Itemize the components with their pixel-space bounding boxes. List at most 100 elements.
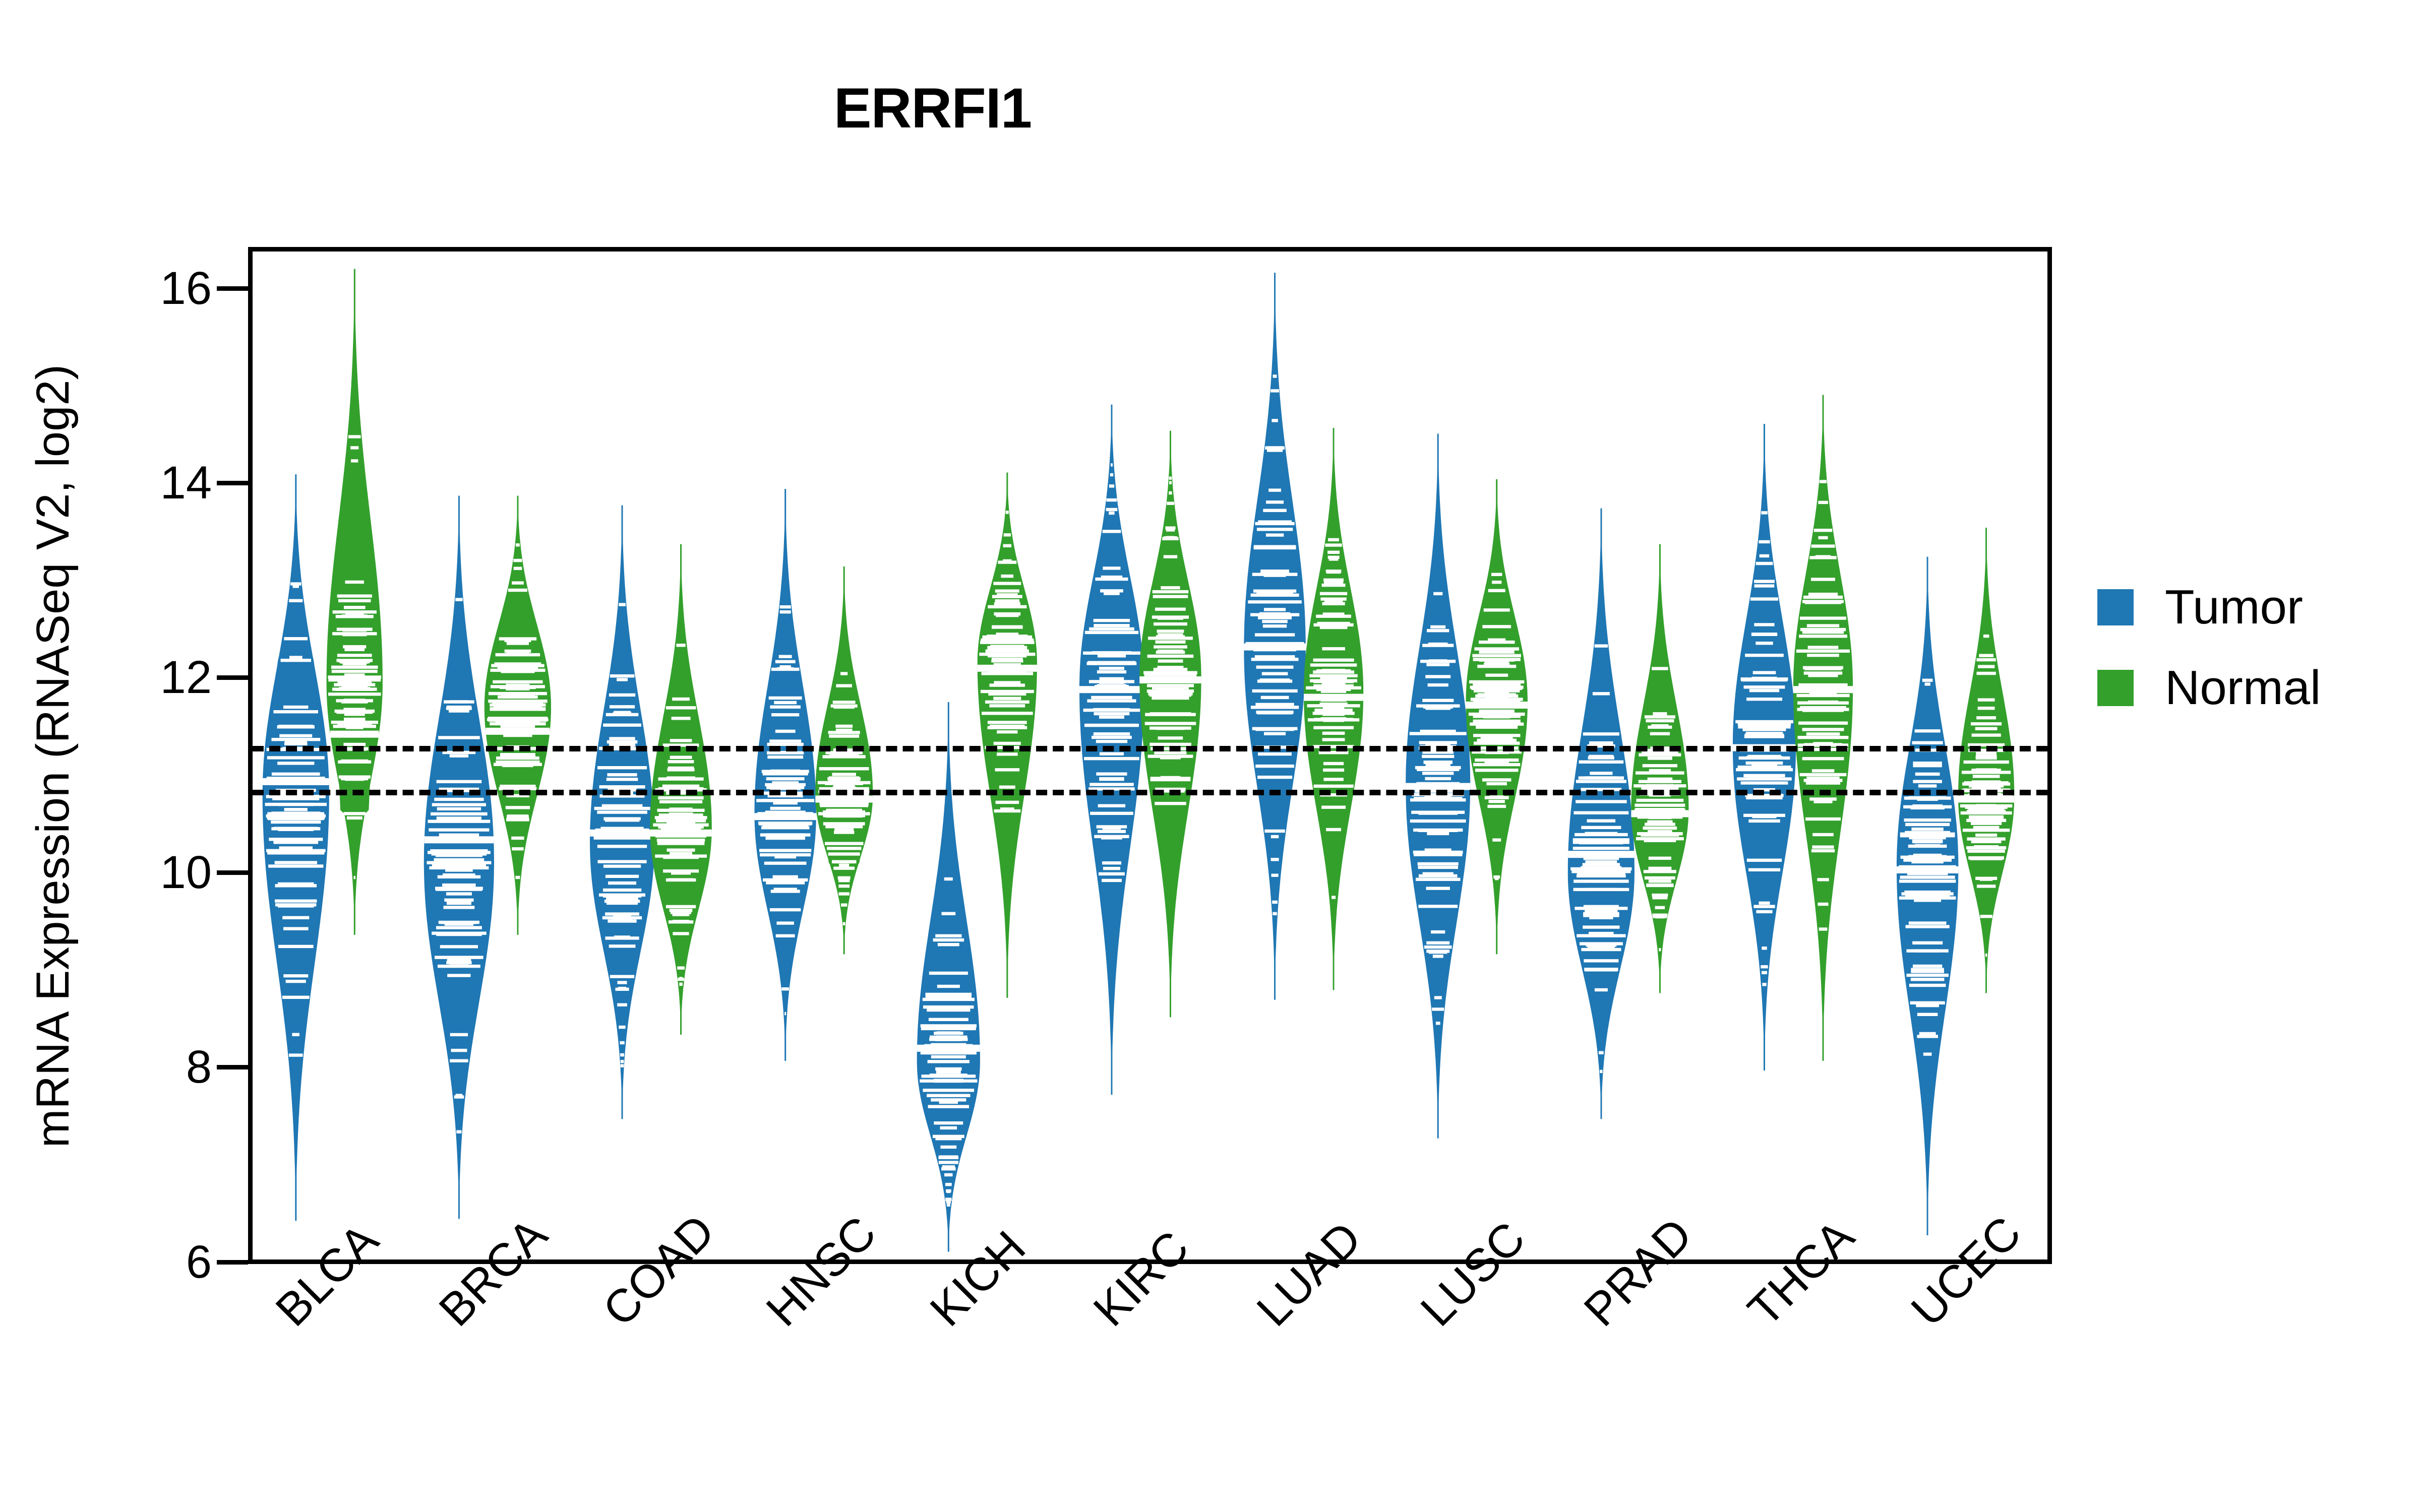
observation-strip bbox=[1106, 498, 1117, 502]
observation-strip bbox=[999, 785, 1015, 789]
observation-strip bbox=[341, 777, 369, 781]
observation-strip bbox=[997, 752, 1018, 756]
observation-strip bbox=[1428, 951, 1447, 954]
median-marker bbox=[815, 795, 873, 803]
observation-strip bbox=[1426, 887, 1450, 890]
observation-strip bbox=[1905, 895, 1950, 898]
observation-strip bbox=[1158, 736, 1183, 740]
observation-strip bbox=[610, 674, 635, 678]
observation-strip bbox=[1583, 925, 1620, 929]
observation-strip bbox=[1761, 511, 1768, 515]
y-axis-tick bbox=[217, 675, 248, 680]
observation-strip bbox=[1147, 684, 1194, 687]
observation-strip bbox=[1147, 654, 1194, 658]
observation-strip bbox=[1646, 883, 1673, 887]
observation-strip bbox=[1802, 728, 1844, 731]
observation-strip bbox=[441, 921, 477, 924]
observation-strip bbox=[273, 841, 319, 844]
observation-strip bbox=[1581, 870, 1621, 874]
violin bbox=[484, 495, 551, 935]
observation-strip bbox=[1470, 722, 1524, 726]
observation-strip bbox=[1643, 826, 1677, 830]
observation-strip bbox=[1157, 672, 1184, 676]
observation-strip bbox=[1750, 597, 1778, 601]
observation-strip bbox=[1652, 667, 1668, 670]
observation-strip bbox=[275, 899, 317, 903]
observation-strip bbox=[827, 777, 861, 781]
median-marker bbox=[1631, 810, 1689, 817]
observation-strip bbox=[946, 1189, 951, 1193]
observation-strip bbox=[1756, 561, 1773, 565]
violin bbox=[262, 474, 329, 1221]
observation-strip bbox=[1250, 706, 1299, 709]
observation-strip bbox=[1635, 803, 1685, 807]
observation-strip bbox=[1905, 823, 1950, 827]
observation-strip bbox=[1084, 631, 1139, 635]
legend-item-tumor[interactable]: Tumor bbox=[2097, 575, 2380, 640]
observation-strip bbox=[994, 681, 1021, 684]
observation-strip bbox=[337, 594, 372, 598]
observation-strip bbox=[500, 724, 535, 728]
observation-strip bbox=[1152, 696, 1189, 700]
y-axis-tick-label: 8 bbox=[186, 1041, 212, 1093]
observation-strip bbox=[1416, 877, 1461, 881]
observation-strip bbox=[337, 654, 372, 657]
observation-strip bbox=[825, 842, 864, 845]
observation-strip bbox=[1636, 798, 1684, 802]
observation-strip bbox=[1577, 873, 1625, 876]
observation-strip bbox=[438, 964, 480, 968]
observation-strip bbox=[614, 935, 630, 939]
observation-strip bbox=[1169, 491, 1172, 495]
observation-strip bbox=[1743, 813, 1785, 817]
observation-strip bbox=[1972, 775, 2000, 778]
observation-strip bbox=[1581, 866, 1622, 869]
observation-strip bbox=[770, 806, 801, 810]
observation-strip bbox=[989, 704, 1025, 708]
observation-strip bbox=[921, 1027, 976, 1031]
observation-strip bbox=[1740, 781, 1788, 785]
observation-strip bbox=[1761, 965, 1768, 969]
observation-strip bbox=[1426, 663, 1449, 666]
observation-strip bbox=[620, 1064, 624, 1067]
observation-strip bbox=[1751, 732, 1777, 736]
observation-strip bbox=[676, 644, 686, 647]
observation-strip bbox=[1474, 647, 1519, 651]
observation-strip bbox=[1976, 658, 1996, 662]
observation-strip bbox=[343, 645, 367, 649]
observation-strip bbox=[1743, 685, 1785, 689]
observation-strip bbox=[1271, 873, 1279, 877]
observation-strip bbox=[1158, 633, 1183, 637]
observation-strip bbox=[455, 1094, 463, 1097]
observation-strip bbox=[1648, 856, 1671, 860]
observation-strip bbox=[1307, 704, 1360, 708]
violin bbox=[815, 566, 873, 955]
observation-strip bbox=[670, 807, 692, 811]
observation-strip bbox=[776, 921, 794, 925]
observation-strip bbox=[278, 904, 314, 908]
observation-strip bbox=[344, 648, 365, 651]
observation-strip bbox=[269, 838, 323, 841]
y-axis-tick-label: 12 bbox=[160, 652, 212, 704]
observation-strip bbox=[348, 435, 361, 438]
observation-strip bbox=[1912, 941, 1943, 944]
observation-strip bbox=[944, 1173, 953, 1177]
observation-strip bbox=[671, 717, 691, 720]
observation-strip bbox=[1482, 625, 1511, 628]
observation-strip bbox=[1754, 623, 1775, 626]
observation-strip bbox=[1325, 543, 1342, 547]
observation-strip bbox=[1322, 647, 1345, 651]
observation-strip bbox=[991, 658, 1023, 661]
observation-strip bbox=[1479, 709, 1515, 713]
observation-strip bbox=[436, 816, 481, 820]
legend-item-normal[interactable]: Normal bbox=[2097, 655, 2380, 721]
observation-strip bbox=[1327, 555, 1340, 559]
observation-strip bbox=[937, 943, 959, 947]
observation-strip bbox=[610, 975, 635, 978]
observation-strip bbox=[1102, 861, 1121, 865]
observation-strip bbox=[1317, 621, 1350, 625]
observation-strip bbox=[1975, 727, 1998, 730]
observation-strip bbox=[1248, 600, 1302, 604]
y-axis-tick bbox=[217, 481, 248, 486]
observation-strip bbox=[1005, 511, 1009, 514]
observation-strip bbox=[1157, 687, 1184, 691]
